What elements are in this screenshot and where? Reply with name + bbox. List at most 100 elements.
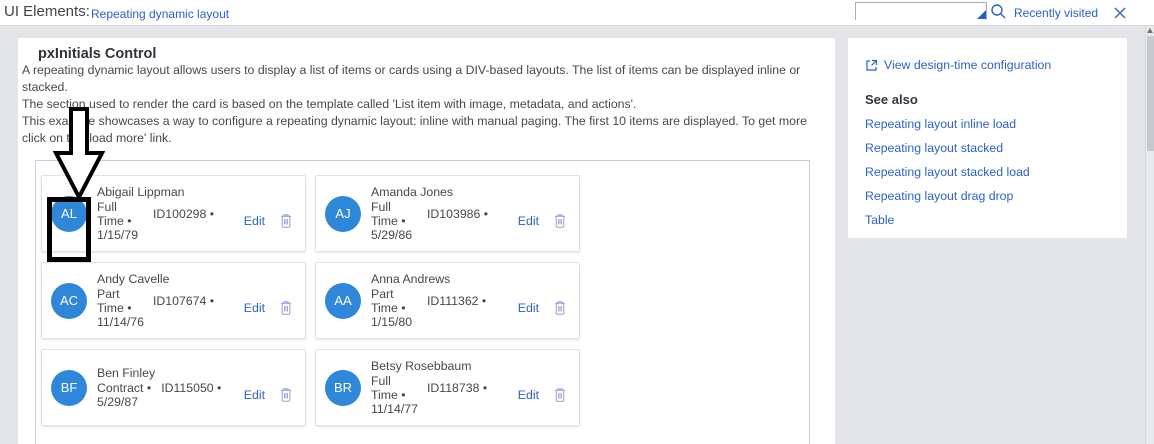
employment-label: Full Time • [371, 200, 406, 228]
person-id-label: ID107674 • [153, 294, 215, 308]
avatar-initials-label: AC [59, 293, 79, 308]
edit-link[interactable]: Edit [244, 214, 265, 228]
person-card: AJ Amanda Jones Full Time • ID103986 • 5… [315, 175, 580, 252]
card-meta-fields: Part Time • ID107674 • 11/14/76 [97, 287, 238, 329]
trash-icon[interactable] [553, 300, 567, 316]
card-body: Amanda Jones Full Time • ID103986 • 5/29… [371, 185, 567, 242]
card-meta-row: Part Time • ID107674 • 11/14/76 Edit [97, 287, 293, 329]
design-config-row[interactable]: View design-time configuration [865, 58, 1117, 72]
avatar-initials-label: AJ [335, 206, 351, 221]
description-paragraph: A repeating dynamic layout allows users … [22, 63, 801, 94]
description-paragraph: The section used to render the card is b… [22, 97, 637, 111]
trash-icon[interactable] [279, 300, 293, 316]
search-icon[interactable] [990, 3, 1007, 20]
avatar-initials-label: AA [334, 293, 352, 308]
edit-link[interactable]: Edit [518, 214, 539, 228]
description-paragraph: This example showcases a way to configur… [22, 114, 807, 145]
see-also-panel: View design-time configuration See also … [848, 38, 1127, 238]
section-heading: pxInitials Control [38, 46, 157, 62]
sidebar-link-drag-drop[interactable]: Repeating layout drag drop [865, 189, 1117, 203]
person-card: BR Betsy Rosebbaum Full Time • ID118738 … [315, 349, 580, 426]
view-design-config-link[interactable]: View design-time configuration [884, 58, 1051, 72]
birthdate-label: 5/29/87 [97, 395, 139, 409]
person-name: Anna Andrews [371, 272, 451, 286]
avatar-initials: AJ [325, 195, 361, 232]
see-also-heading: See also [865, 92, 918, 107]
card-body: Andy Cavelle Part Time • ID107674 • 11/1… [97, 272, 293, 329]
card-meta-fields: Full Time • ID103986 • 5/29/86 [371, 200, 512, 242]
employment-label: Full Time • [97, 200, 132, 228]
avatar-initials: AL [51, 195, 87, 232]
sidebar-link-stacked-load[interactable]: Repeating layout stacked load [865, 165, 1117, 179]
person-name: Amanda Jones [371, 185, 454, 199]
repeating-layout-container: AL Abigail Lippman Full Time • ID100298 … [35, 160, 810, 444]
employment-label: Part Time • [97, 287, 132, 315]
card-body: Abigail Lippman Full Time • ID100298 • 1… [97, 185, 293, 242]
recently-visited-link[interactable]: Recently visited [1014, 6, 1098, 20]
sidebar-link-table[interactable]: Table [865, 213, 1117, 227]
external-link-icon [866, 59, 878, 71]
employment-label: Contract • [97, 381, 152, 395]
card-meta-fields: Contract • ID115050 • 5/29/87 [97, 381, 238, 409]
card-body: Betsy Rosebbaum Full Time • ID118738 • 1… [371, 359, 567, 416]
sidebar-link-inline-load[interactable]: Repeating layout inline load [865, 117, 1117, 131]
birthdate-label: 11/14/76 [97, 315, 144, 329]
person-card: AL Abigail Lippman Full Time • ID100298 … [41, 175, 306, 252]
breadcrumb-link[interactable]: Repeating dynamic layout [91, 7, 229, 21]
card-meta-row: Contract • ID115050 • 5/29/87 Edit [97, 381, 293, 409]
trash-icon[interactable] [279, 213, 293, 229]
edit-link[interactable]: Edit [244, 301, 265, 315]
avatar-initials-label: AL [61, 206, 77, 221]
card-body: Ben Finley Contract • ID115050 • 5/29/87… [97, 366, 293, 409]
close-icon[interactable] [1112, 5, 1128, 21]
avatar-initials: AA [325, 282, 361, 319]
vertical-scrollbar[interactable] [1145, 26, 1154, 444]
edit-link[interactable]: Edit [518, 388, 539, 402]
employment-label: Part Time • [371, 287, 406, 315]
person-card: BF Ben Finley Contract • ID115050 • 5/29… [41, 349, 306, 426]
scroll-up-arrow-icon[interactable] [1147, 28, 1153, 33]
avatar-initials-label: BR [333, 380, 353, 395]
card-meta-fields: Full Time • ID100298 • 1/15/79 [97, 200, 238, 242]
resize-handle-icon[interactable] [977, 10, 986, 19]
person-id-label: ID100298 • [153, 207, 215, 221]
card-meta-row: Full Time • ID100298 • 1/15/79 Edit [97, 200, 293, 242]
top-header-bar: UI Elements: Repeating dynamic layout Re… [0, 0, 1154, 26]
edit-link[interactable]: Edit [518, 301, 539, 315]
card-meta-fields: Part Time • ID111362 • 1/15/80 [371, 287, 512, 329]
birthdate-label: 11/14/77 [371, 402, 418, 416]
card-meta-row: Full Time • ID118738 • 11/14/77 Edit [371, 374, 567, 416]
trash-icon[interactable] [553, 213, 567, 229]
card-meta-row: Full Time • ID103986 • 5/29/86 Edit [371, 200, 567, 242]
birthdate-label: 1/15/79 [97, 228, 139, 242]
card-meta-row: Part Time • ID111362 • 1/15/80 Edit [371, 287, 567, 329]
person-card: AA Anna Andrews Part Time • ID111362 • 1… [315, 262, 580, 339]
trash-icon[interactable] [279, 387, 293, 403]
person-name: Andy Cavelle [97, 272, 170, 286]
employment-label: Full Time • [371, 374, 406, 402]
person-id-label: ID103986 • [427, 207, 489, 221]
person-name: Ben Finley [97, 366, 156, 380]
card-body: Anna Andrews Part Time • ID111362 • 1/15… [371, 272, 567, 329]
person-name: Betsy Rosebbaum [371, 359, 472, 373]
avatar-initials-label: BF [60, 380, 78, 395]
birthdate-label: 1/15/80 [371, 315, 413, 329]
card-meta-fields: Full Time • ID118738 • 11/14/77 [371, 374, 512, 416]
scrollbar-thumb[interactable] [1147, 36, 1154, 151]
birthdate-label: 5/29/86 [371, 228, 413, 242]
search-input[interactable] [856, 4, 986, 20]
person-id-label: ID111362 • [427, 294, 487, 308]
main-content-panel: pxInitials Control A repeating dynamic l… [18, 38, 835, 444]
person-id-label: ID115050 • [161, 381, 222, 395]
sidebar-link-stacked[interactable]: Repeating layout stacked [865, 141, 1117, 155]
trash-icon[interactable] [553, 387, 567, 403]
avatar-initials: AC [51, 282, 87, 319]
person-card: AC Andy Cavelle Part Time • ID107674 • 1… [41, 262, 306, 339]
search-box[interactable] [855, 2, 987, 20]
person-id-label: ID118738 • [427, 381, 488, 395]
avatar-initials: BF [51, 369, 87, 406]
page-title: UI Elements: [4, 3, 90, 20]
avatar-initials: BR [325, 369, 361, 406]
edit-link[interactable]: Edit [244, 388, 265, 402]
person-name: Abigail Lippman [97, 185, 185, 199]
